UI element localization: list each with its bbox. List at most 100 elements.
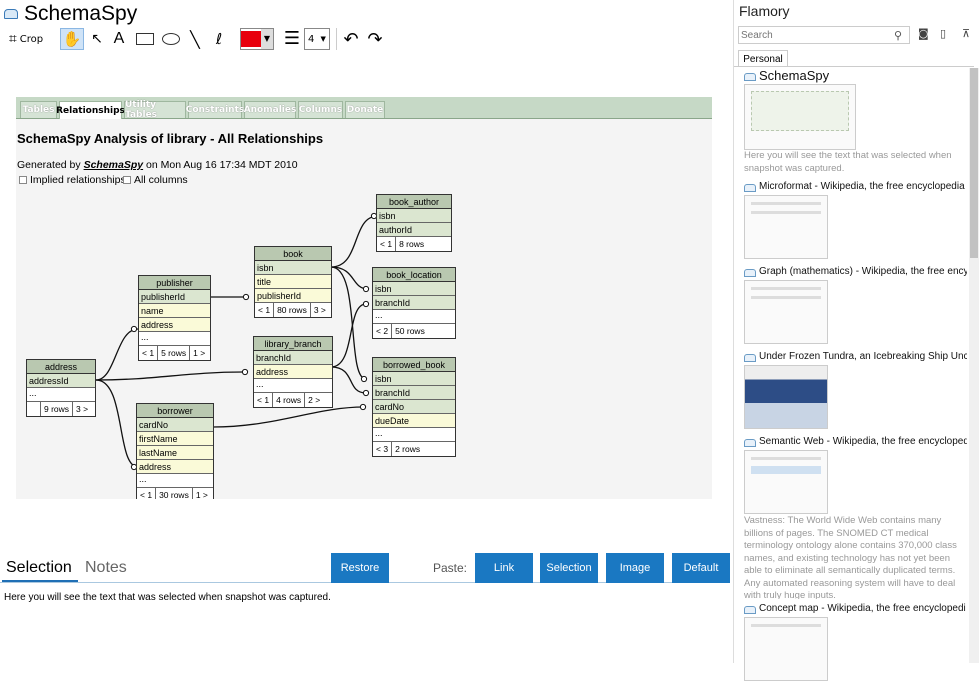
freehand-tool-button[interactable]: ℓ [209,28,229,50]
table-header: borrowed_book [373,358,455,372]
paste-image-button[interactable]: Image [606,553,664,583]
erd-table-borrowed-book[interactable]: borrowed_book isbn branchId cardNo dueDa… [372,357,456,457]
table-column: isbn [373,372,455,386]
table-header: book_location [373,268,455,282]
table-column: publisherId [139,290,210,304]
restore-button[interactable]: Restore [331,553,389,583]
undo-button[interactable]: ↶ [340,28,362,50]
table-header: book [255,247,331,261]
paste-selection-button[interactable]: Selection [540,553,598,583]
table-column: isbn [377,209,451,223]
snapshot-title: SchemaSpy [759,68,830,83]
hand-tool-button[interactable]: ✋ [60,28,84,50]
table-footer: < 32 rows [373,442,455,456]
snapshot-thumbnail [744,450,828,514]
snapshot-thumbnail [744,195,828,259]
paste-label: Paste: [433,561,468,575]
snapshot-text: Vastness: The World Wide Web contains ma… [744,515,957,599]
line-width-icon[interactable]: ☰ [282,28,302,50]
snapshot-thumbnail [744,365,828,429]
erd-table-address[interactable]: address addressId ... 9 rows 3 > [26,359,96,417]
snapshot-thumbnail [744,280,828,344]
snapshot-icon [744,606,756,614]
snapshot-icon [744,73,756,81]
snapshot-title: Under Frozen Tundra, an Icebreaking Ship… [759,351,967,362]
table-more: ... [373,310,455,324]
table-more: ... [139,332,210,346]
color-picker[interactable]: ▼ [240,28,274,50]
table-column: dueDate [373,414,455,428]
snapshot-title: Graph (mathematics) - Wikipedia, the fre… [759,266,967,277]
table-footer: < 15 rows 1 > [139,346,210,360]
table-column: firstName [137,432,213,446]
table-column: addressId [27,374,95,388]
snapshot-title: Microformat - Wikipedia, the free encycl… [759,181,965,192]
table-column: name [139,304,210,318]
crop-button[interactable]: ⌗ Crop [4,28,48,50]
snapshot-thumbnail [744,617,828,681]
crop-label: Crop [19,33,44,45]
table-footer: < 1 30 rows 1 > [137,488,213,499]
snapshot-icon [744,184,756,192]
pointer-tool-button[interactable]: ↖ [88,28,106,50]
table-footer: < 1 80 rows 3 > [255,303,331,317]
text-tool-button[interactable]: A [110,28,128,50]
undo-icon: ↶ [343,28,359,50]
text-tool-label: A [113,30,125,47]
selection-text: Here you will see the text that was sele… [4,592,331,603]
divider [734,66,974,67]
paste-default-button[interactable]: Default [672,553,730,583]
table-footer: < 14 rows 2 > [254,393,332,407]
snapshot-icon [744,439,756,447]
snapshot-text: Here you will see the text that was sele… [744,150,952,174]
snapshot-title: Semantic Web - Wikipedia, the free encyc… [759,436,967,447]
search-input[interactable] [738,26,910,44]
paste-link-button[interactable]: Link [475,553,533,583]
snapshot-thumbnail [744,84,856,150]
erd-table-book[interactable]: book isbn title publisherId < 1 80 rows 3 … [254,246,332,318]
snapshot-title: Concept map - Wikipedia, the free encycl… [759,603,966,614]
erd-table-borrower[interactable]: borrower cardNo firstName lastName addre… [136,403,214,499]
erd-table-book-location[interactable]: book_location isbn branchId ... < 2 50 ro… [372,267,456,339]
snapshot-document: Tables Relationships Utility Tables Cons… [16,97,712,499]
app-title: SchemaSpy [24,2,138,25]
table-header: address [27,360,95,374]
table-column: branchId [254,351,332,365]
scrollbar-thumb[interactable] [970,68,978,258]
pointer-icon: ↖ [91,31,103,47]
erd-table-book-author[interactable]: book_author isbn authorId < 18 rows [376,194,452,252]
table-column: publisherId [255,289,331,303]
table-footer: < 18 rows [377,237,451,251]
table-header: book_author [377,195,451,209]
search-icon[interactable]: ⚲ [894,29,902,42]
redo-button[interactable]: ↷ [364,28,386,50]
table-more: ... [27,388,95,402]
table-column: cardNo [137,418,213,432]
snapshot-icon [744,354,756,362]
tab-personal[interactable]: Personal [738,50,788,67]
table-column: address [254,365,332,379]
document-icon[interactable]: ▯ [940,27,946,40]
erd-table-publisher[interactable]: publisher publisherId name address ... <… [138,275,211,361]
erd-table-library-branch[interactable]: library_branch branchId address ... < 14… [253,336,333,408]
chevron-down-icon: ▼ [320,35,326,43]
erd-connectors [95,212,379,471]
table-more: ... [254,379,332,393]
table-more: ... [137,474,213,488]
table-header: publisher [139,276,210,290]
ellipse-tool-button[interactable] [160,28,182,50]
freehand-icon: ℓ [215,30,223,48]
camera-icon[interactable]: ◙ [918,27,929,40]
line-width-value: 4 [308,33,315,45]
line-width-select[interactable]: 4 ▼ [304,28,330,50]
collapse-icon[interactable]: ⊼ [962,27,970,40]
rectangle-tool-button[interactable] [134,28,156,50]
tab-notes[interactable]: Notes [85,559,127,577]
chevron-down-icon: ▼ [261,29,273,49]
rectangle-icon [136,33,154,45]
flamory-panel: Flamory ⚲ ◙ ▯ ⊼ Personal SchemaSpy Here … [733,0,980,681]
table-column: isbn [373,282,455,296]
line-tool-button[interactable]: ╲ [185,28,205,50]
table-column: address [139,318,210,332]
tab-selection[interactable]: Selection [6,559,72,577]
